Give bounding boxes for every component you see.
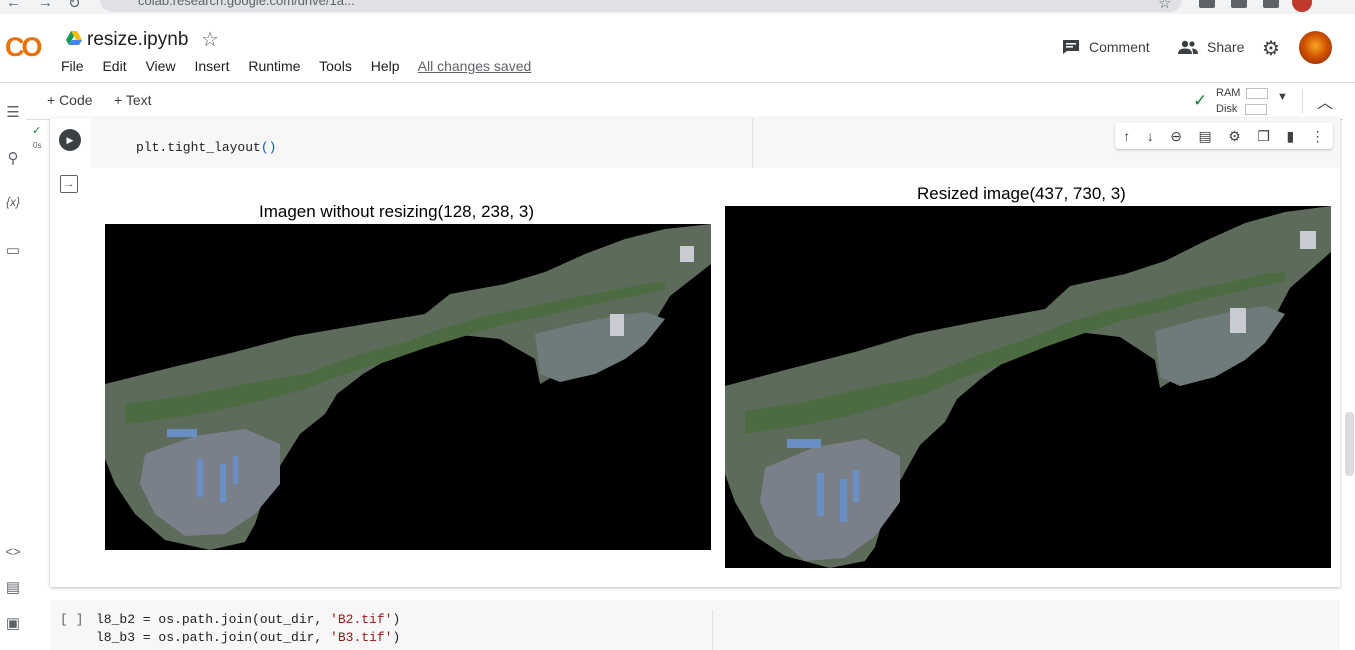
menu-runtime[interactable]: Runtime	[248, 58, 300, 74]
menu-tools[interactable]: Tools	[319, 58, 352, 74]
executed-check-icon: ✓	[32, 125, 42, 137]
bookmark-star-icon[interactable]: ☆	[1158, 0, 1171, 12]
table-of-contents-icon[interactable]: ☰	[2, 103, 24, 121]
ram-label: RAM	[1216, 87, 1241, 99]
next-code-cell[interactable]: [ ] l8_b2 = os.path.join(out_dir, 'B2.ti…	[50, 600, 1340, 650]
ram-bar	[1246, 87, 1269, 99]
extension-icon[interactable]	[1263, 0, 1279, 8]
resized-image	[725, 206, 1331, 568]
code-string: 'B2.tif'	[330, 612, 393, 627]
settings-gear-icon[interactable]: ⚙	[1262, 36, 1280, 61]
browser-profile-avatar[interactable]	[1292, 0, 1312, 12]
save-status[interactable]: All changes saved	[418, 58, 532, 74]
code-line[interactable]: l8_b2 = os.path.join(out_dir, 'B2.tif')	[96, 612, 400, 627]
notebook-toolbar: + Code + Text ✓ RAM Disk ▼ ︿	[0, 82, 1355, 120]
drive-icon	[66, 31, 82, 45]
menu-insert[interactable]: Insert	[194, 58, 229, 74]
url-text: colab.research.google.com/drive/1a...	[138, 0, 355, 8]
menu-view[interactable]: View	[145, 58, 175, 74]
divider	[1302, 89, 1303, 113]
editor-split	[752, 118, 753, 168]
code-text: l8_b3 = os.path.join(out_dir,	[96, 630, 331, 645]
code-snippets-icon[interactable]: <>	[2, 544, 24, 559]
left-figure-title: Imagen without resizing(128, 238, 3)	[259, 202, 534, 221]
share-label: Share	[1207, 39, 1245, 55]
user-avatar[interactable]	[1299, 31, 1332, 64]
move-down-icon[interactable]: ↓	[1147, 128, 1154, 144]
execution-time: 0s	[33, 141, 42, 150]
code-text: )	[392, 630, 401, 645]
menu-help[interactable]: Help	[371, 58, 400, 74]
variables-icon[interactable]: {x}	[2, 195, 24, 209]
extension-icon[interactable]	[1199, 0, 1215, 8]
scrollbar-track[interactable]	[1343, 118, 1355, 650]
code-text: plt.tight_layout	[136, 140, 261, 155]
address-bar[interactable]: colab.research.google.com/drive/1a...	[100, 0, 1182, 12]
menu-file[interactable]: File	[61, 58, 84, 74]
add-text-button[interactable]: + Text	[114, 92, 152, 108]
link-icon[interactable]: ⊖	[1170, 128, 1182, 145]
back-icon[interactable]: ←	[6, 0, 21, 11]
delete-icon[interactable]: ▮	[1286, 128, 1294, 145]
search-icon[interactable]: ⚲	[2, 149, 24, 167]
star-icon[interactable]: ☆	[201, 27, 219, 52]
run-cell-button[interactable]: ▶	[59, 129, 81, 151]
logo-text: CO	[5, 32, 42, 62]
files-icon[interactable]: ▭	[2, 241, 24, 259]
people-icon	[1178, 40, 1198, 54]
forward-icon[interactable]: →	[38, 0, 53, 11]
comment-icon[interactable]: ▤	[1199, 128, 1212, 145]
scrollbar-thumb[interactable]	[1345, 412, 1354, 476]
more-icon[interactable]: ⋮	[1311, 128, 1325, 145]
disk-label: Disk	[1216, 103, 1238, 115]
output-menu-icon[interactable]: →	[60, 175, 78, 193]
comment-icon	[1063, 40, 1079, 54]
command-palette-icon[interactable]: ▤	[2, 578, 24, 596]
resource-monitor[interactable]: RAM Disk	[1216, 85, 1269, 117]
code-parens: ()	[260, 140, 277, 155]
code-line[interactable]: l8_b3 = os.path.join(out_dir, 'B3.tif')	[96, 630, 400, 645]
share-button[interactable]: Share	[1178, 39, 1244, 55]
mirror-icon[interactable]: ❐	[1257, 128, 1270, 145]
collapse-header-icon[interactable]: ︿	[1317, 89, 1333, 113]
disk-bar	[1245, 103, 1268, 115]
add-code-button[interactable]: + Code	[47, 92, 93, 108]
editor-split	[712, 610, 713, 650]
code-string: 'B3.tif'	[330, 630, 393, 645]
comment-label: Comment	[1089, 39, 1150, 55]
extension-icon[interactable]	[1231, 0, 1247, 8]
code-cell[interactable]: plt.tight_layout() ▶ ↑ ↓ ⊖ ▤ ⚙ ❐ ▮ ⋮ → I…	[50, 118, 1340, 587]
reload-icon[interactable]: ↻	[68, 0, 81, 12]
original-image	[105, 224, 711, 550]
comment-button[interactable]: Comment	[1062, 39, 1150, 55]
right-figure-title: Resized image(437, 730, 3)	[917, 184, 1126, 203]
move-up-icon[interactable]: ↑	[1123, 128, 1130, 144]
code-text: )	[392, 612, 401, 627]
execution-count-brackets[interactable]: [ ]	[60, 612, 83, 627]
terminal-icon[interactable]: ▣	[2, 614, 24, 632]
runtime-dropdown-icon[interactable]: ▼	[1277, 91, 1288, 103]
code-text: l8_b2 = os.path.join(out_dir,	[96, 612, 331, 627]
browser-bar: ← → ↻ colab.research.google.com/drive/1a…	[0, 0, 1355, 14]
cell-toolbar: ↑ ↓ ⊖ ▤ ⚙ ❐ ▮ ⋮	[1115, 123, 1333, 149]
notebook-title[interactable]: resize.ipynb	[87, 29, 188, 51]
connected-check-icon: ✓	[1193, 91, 1208, 110]
menu-bar: File Edit View Insert Runtime Tools Help…	[61, 58, 546, 74]
app-header: CO resize.ipynb ☆ File Edit View Insert …	[0, 14, 1355, 82]
colab-logo[interactable]: CO	[5, 32, 42, 63]
settings-icon[interactable]: ⚙	[1228, 128, 1241, 145]
left-sidebar: ☰ ⚲ {x} ▭ <> ▤ ▣	[0, 104, 26, 650]
code-line[interactable]: plt.tight_layout()	[136, 140, 276, 155]
menu-edit[interactable]: Edit	[102, 58, 126, 74]
